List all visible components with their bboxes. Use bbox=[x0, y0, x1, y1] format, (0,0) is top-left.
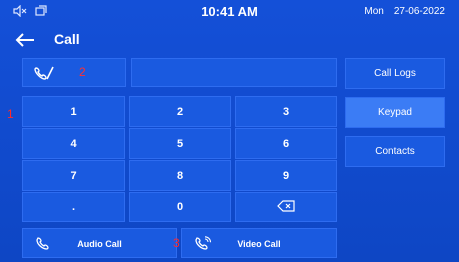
backspace-icon bbox=[277, 199, 295, 215]
key-1[interactable]: 1 bbox=[22, 96, 125, 127]
key-3[interactable]: 3 bbox=[235, 96, 337, 127]
audio-call-button[interactable]: Audio Call bbox=[22, 228, 177, 258]
audio-call-label: Audio Call bbox=[77, 239, 122, 249]
status-day: Mon bbox=[364, 6, 384, 17]
dial-keypad: 1 2 3 4 5 6 7 8 9 . 0 bbox=[22, 96, 337, 222]
status-date: Mon 27-06-2022 bbox=[364, 6, 445, 17]
key-5[interactable]: 5 bbox=[129, 128, 231, 159]
phone-slash-icon bbox=[33, 65, 55, 86]
keypad-marker-1: 1 bbox=[7, 107, 14, 121]
status-bar: 10:41 AM Mon 27-06-2022 bbox=[0, 0, 459, 24]
key-0[interactable]: 0 bbox=[129, 192, 231, 222]
contacts-button[interactable]: Contacts bbox=[345, 136, 445, 167]
number-display[interactable] bbox=[131, 58, 337, 87]
call-logs-button[interactable]: Call Logs bbox=[345, 58, 445, 89]
arrow-left-icon[interactable] bbox=[14, 31, 36, 49]
key-7[interactable]: 7 bbox=[22, 160, 125, 191]
video-call-button[interactable]: Video Call bbox=[181, 228, 337, 258]
video-call-label: Video Call bbox=[237, 239, 281, 249]
key-2[interactable]: 2 bbox=[129, 96, 231, 127]
key-6[interactable]: 6 bbox=[235, 128, 337, 159]
key-dot[interactable]: . bbox=[22, 192, 125, 222]
keypad-button[interactable]: Keypad bbox=[345, 97, 445, 128]
page-title: Call bbox=[54, 31, 80, 47]
status-date-value: 27-06-2022 bbox=[393, 6, 445, 17]
call-marker-3: 3 bbox=[173, 236, 180, 250]
line-marker-2: 2 bbox=[79, 65, 86, 79]
line-selector[interactable]: 2 bbox=[22, 58, 126, 87]
call-screen: 10:41 AM Mon 27-06-2022 Call 2 Call Logs… bbox=[0, 0, 459, 262]
key-8[interactable]: 8 bbox=[129, 160, 231, 191]
backspace-key[interactable] bbox=[235, 192, 337, 222]
key-9[interactable]: 9 bbox=[235, 160, 337, 191]
title-bar: Call bbox=[0, 28, 459, 52]
key-4[interactable]: 4 bbox=[22, 128, 125, 159]
